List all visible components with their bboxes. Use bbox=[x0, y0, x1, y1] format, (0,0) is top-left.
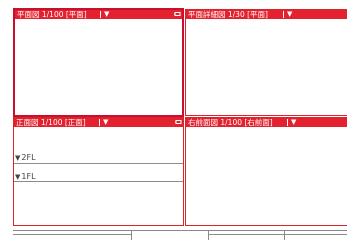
pin-icon[interactable] bbox=[175, 119, 182, 126]
triangle-down-icon: ▼ bbox=[15, 154, 21, 162]
pane-header[interactable]: 正面図 1/100 [正面] ▼ bbox=[14, 118, 183, 127]
plan-detail-view-pane[interactable]: 平面詳細図 1/30 [平面] ▼ bbox=[185, 9, 347, 116]
level-line-1fl bbox=[14, 181, 183, 182]
level-line-2fl bbox=[14, 163, 183, 164]
pane-header[interactable]: 平面図 1/100 [平面] ▼ bbox=[15, 10, 182, 19]
right-front-view-pane[interactable]: 右前面図 1/100 [右前面] ▼ bbox=[185, 117, 347, 226]
header-separator bbox=[99, 119, 100, 126]
caret-down-icon[interactable]: ▼ bbox=[291, 118, 296, 127]
caret-down-icon[interactable]: ▼ bbox=[103, 118, 108, 127]
header-separator bbox=[100, 11, 101, 18]
tab-bar-rule-right bbox=[208, 234, 347, 235]
level-marker-2fl[interactable]: ▼2FL bbox=[15, 153, 36, 163]
caret-down-icon[interactable]: ▼ bbox=[287, 10, 292, 19]
pane-title: 平面詳細図 1/30 [平面] bbox=[188, 10, 268, 19]
pane-header[interactable]: 平面詳細図 1/30 [平面] ▼ bbox=[186, 10, 347, 19]
pane-title: 平面図 1/100 [平面] bbox=[17, 10, 87, 19]
pin-icon[interactable] bbox=[174, 11, 181, 18]
bottom-tab-bar[interactable] bbox=[0, 226, 347, 240]
pane-title: 正面図 1/100 [正面] bbox=[16, 118, 86, 127]
caret-down-icon[interactable]: ▼ bbox=[104, 10, 109, 19]
tab-bar-rule-left bbox=[13, 234, 131, 235]
level-label: 2FL bbox=[21, 153, 36, 162]
level-label: 1FL bbox=[21, 172, 36, 181]
front-view-pane[interactable]: 正面図 1/100 [正面] ▼ ▼2FL ▼1FL bbox=[13, 117, 184, 226]
tab-divider bbox=[208, 230, 209, 240]
tab-divider bbox=[284, 230, 285, 240]
triangle-down-icon: ▼ bbox=[15, 173, 21, 181]
header-separator bbox=[287, 119, 288, 126]
header-separator bbox=[283, 11, 284, 18]
tab-bar-rule-top bbox=[13, 230, 347, 231]
pane-header[interactable]: 右前面図 1/100 [右前面] ▼ bbox=[186, 118, 347, 127]
tab-divider bbox=[131, 230, 132, 240]
pane-title: 右前面図 1/100 [右前面] bbox=[188, 118, 273, 127]
plan-view-pane[interactable]: 平面図 1/100 [平面] ▼ bbox=[13, 8, 184, 117]
